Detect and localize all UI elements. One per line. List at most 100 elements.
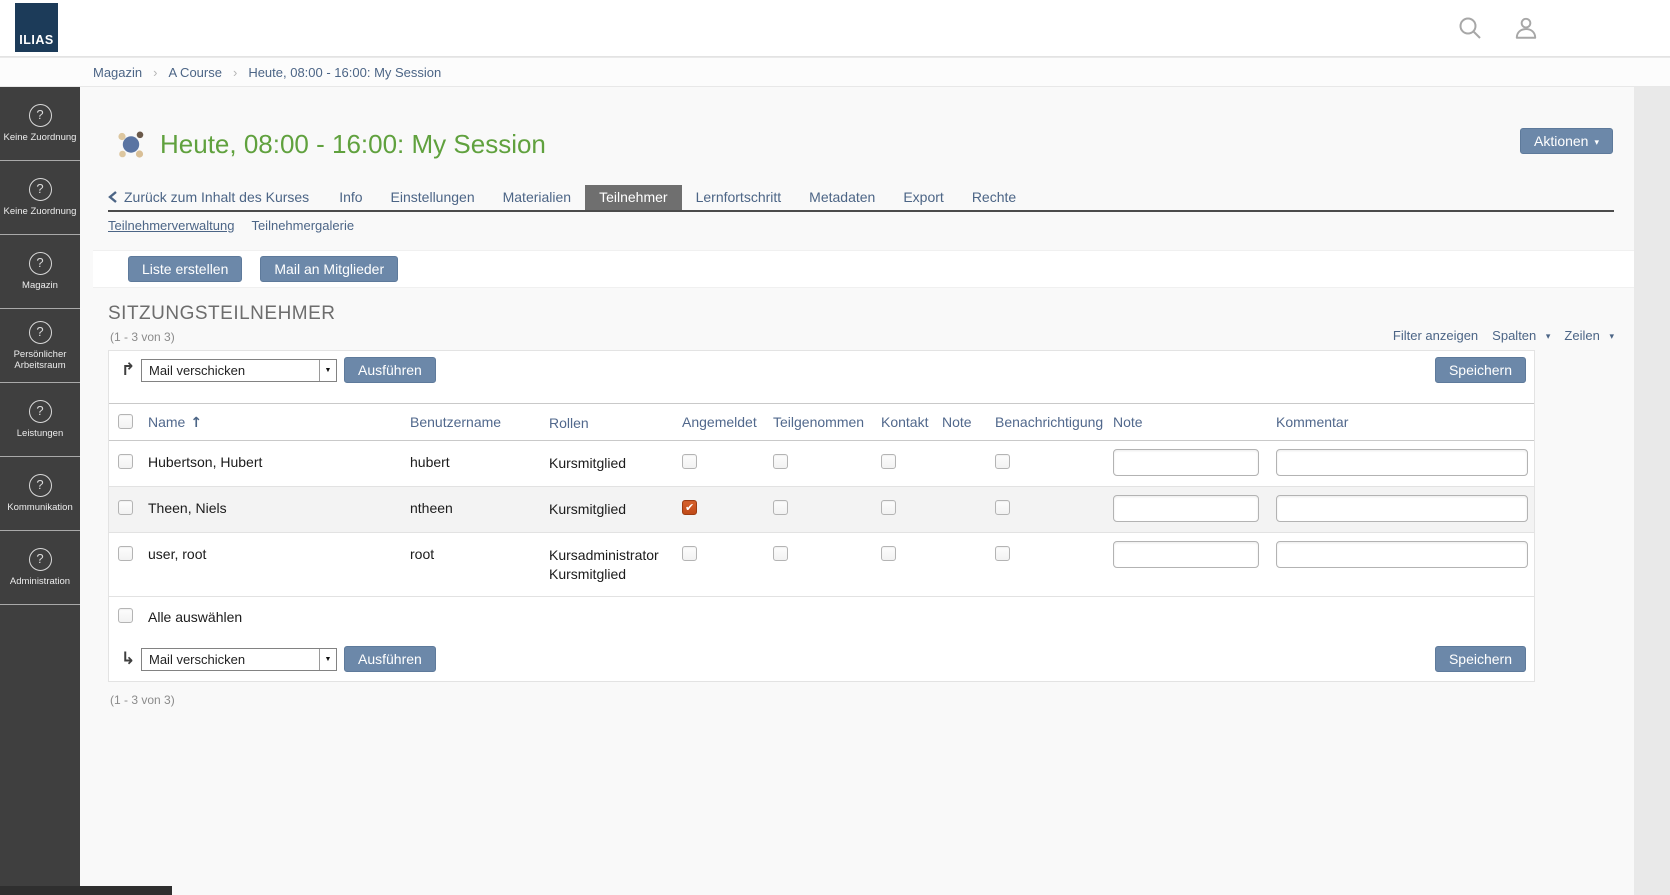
mail-an-mitglieder-button[interactable]: Mail an Mitglieder: [260, 256, 398, 282]
angemeldet-checkbox[interactable]: [682, 546, 697, 561]
sidebar-item-label: Leistungen: [15, 428, 65, 439]
table-row: Theen, Niels ntheen Kursmitglied: [109, 487, 1534, 533]
ausfuehren-button-top[interactable]: Ausführen: [344, 357, 436, 383]
select-all-checkbox[interactable]: [118, 608, 133, 623]
breadcrumb-item-session[interactable]: Heute, 08:00 - 16:00: My Session: [248, 65, 441, 80]
row-select-checkbox[interactable]: [118, 546, 133, 561]
breadcrumb-item-course[interactable]: A Course: [168, 65, 221, 80]
kontakt-checkbox[interactable]: [881, 454, 896, 469]
speichern-button-top[interactable]: Speichern: [1435, 357, 1526, 383]
tab-lernfortschritt[interactable]: Lernfortschritt: [682, 185, 796, 210]
kontakt-checkbox[interactable]: [881, 500, 896, 515]
liste-erstellen-button[interactable]: Liste erstellen: [128, 256, 242, 282]
filter-anzeigen-link[interactable]: Filter anzeigen: [1393, 328, 1478, 343]
row-select-checkbox[interactable]: [118, 454, 133, 469]
chevron-left-icon: [108, 191, 117, 203]
chevron-down-icon: ▾: [1546, 331, 1551, 342]
benachrichtigung-checkbox[interactable]: [995, 454, 1010, 469]
teilgenommen-checkbox[interactable]: [773, 500, 788, 515]
note-input[interactable]: [1113, 541, 1259, 568]
sidebar-item-label: Keine Zuordnung: [2, 132, 79, 143]
bulk-action-select-top[interactable]: Mail verschicken ▼: [141, 359, 337, 382]
tab-metadaten[interactable]: Metadaten: [795, 185, 889, 210]
kommentar-input[interactable]: [1276, 449, 1528, 476]
sidebar-item-leistungen[interactable]: ? Leistungen: [0, 383, 80, 457]
kommentar-input[interactable]: [1276, 495, 1528, 522]
horizontal-scrollbar-thumb[interactable]: [0, 886, 172, 895]
session-icon: [117, 130, 145, 163]
page-title: Heute, 08:00 - 16:00: My Session: [160, 129, 546, 160]
search-icon[interactable]: [1457, 15, 1483, 41]
result-count-bottom: (1 - 3 von 3): [110, 693, 1535, 707]
cell-username: hubert: [410, 441, 549, 486]
column-header-kommentar: Kommentar: [1276, 404, 1534, 440]
column-header-rollen: Rollen: [549, 404, 677, 440]
note-input[interactable]: [1113, 495, 1259, 522]
sidebar-item-kommunikation[interactable]: ? Kommunikation: [0, 457, 80, 531]
question-icon: ?: [29, 252, 52, 275]
cell-username: ntheen: [410, 487, 549, 532]
column-header-angemeldet: Angemeldet: [677, 404, 771, 440]
sidebar-item-label: Kommunikation: [5, 502, 74, 513]
main-content: Heute, 08:00 - 16:00: My Session Aktione…: [80, 87, 1634, 895]
bulk-action-select-bottom[interactable]: Mail verschicken ▼: [141, 648, 337, 671]
sidebar-item-label: Persönlicher Arbeitsraum: [0, 349, 80, 371]
table-view-controls: Filter anzeigen Spalten ▾ Zeilen ▾: [1393, 328, 1614, 343]
sidebar-item-persoenlicher-arbeitsraum[interactable]: ? Persönlicher Arbeitsraum: [0, 309, 80, 383]
top-bar: ILIAS: [0, 0, 1670, 57]
tab-materialien[interactable]: Materialien: [489, 185, 585, 210]
tab-export[interactable]: Export: [889, 185, 957, 210]
section-title: SITZUNGSTEILNEHMER: [108, 303, 336, 325]
row-select-checkbox[interactable]: [118, 500, 133, 515]
actions-button[interactable]: Aktionen▾: [1520, 128, 1613, 154]
breadcrumb-item-magazin[interactable]: Magazin: [93, 65, 142, 80]
benachrichtigung-checkbox[interactable]: [995, 500, 1010, 515]
kommentar-input[interactable]: [1276, 541, 1528, 568]
note-input[interactable]: [1113, 449, 1259, 476]
column-header-name[interactable]: Name↑: [148, 404, 410, 440]
back-to-course-link[interactable]: Zurück zum Inhalt des Kurses: [108, 185, 325, 210]
ilias-logo[interactable]: ILIAS: [15, 3, 58, 52]
cell-roles: Kursmitglied: [549, 487, 677, 532]
subtab-teilnehmergalerie[interactable]: Teilnehmergalerie: [251, 218, 354, 233]
tab-teilnehmer[interactable]: Teilnehmer: [585, 185, 681, 210]
sidebar-item-magazin[interactable]: ? Magazin: [0, 235, 80, 309]
spalten-dropdown[interactable]: Spalten ▾: [1492, 328, 1550, 343]
select-all-label: Alle auswählen: [148, 609, 410, 625]
question-icon: ?: [29, 400, 52, 423]
ausfuehren-button-bottom[interactable]: Ausführen: [344, 646, 436, 672]
apply-to-selection-down-icon: ↳: [115, 649, 141, 669]
sidebar-item-keine-zuordnung-2[interactable]: ? Keine Zuordnung: [0, 161, 80, 235]
zeilen-dropdown[interactable]: Zeilen ▾: [1564, 328, 1614, 343]
cell-name: Theen, Niels: [148, 487, 410, 532]
cell-roles: Kursmitglied: [549, 441, 677, 486]
tab-bar: Zurück zum Inhalt des Kurses Info Einste…: [108, 185, 1614, 212]
chevron-down-icon: ▾: [1609, 331, 1614, 342]
subtab-bar: Teilnehmerverwaltung Teilnehmergalerie: [108, 218, 354, 233]
select-dropdown-arrow-icon: ▼: [319, 360, 336, 381]
column-header-benutzername: Benutzername: [410, 404, 549, 440]
sidebar-item-label: Magazin: [20, 280, 60, 291]
angemeldet-checkbox[interactable]: [682, 500, 697, 515]
sidebar-item-keine-zuordnung-1[interactable]: ? Keine Zuordnung: [0, 87, 80, 161]
tab-rechte[interactable]: Rechte: [958, 185, 1030, 210]
header-select-checkbox[interactable]: [118, 414, 133, 429]
sidebar-item-administration[interactable]: ? Administration: [0, 531, 80, 605]
select-dropdown-arrow-icon: ▼: [319, 649, 336, 670]
teilgenommen-checkbox[interactable]: [773, 454, 788, 469]
bulk-action-row-top: ↱ Mail verschicken ▼ Ausführen Speichern: [109, 351, 1534, 389]
tab-einstellungen[interactable]: Einstellungen: [377, 185, 489, 210]
column-header-note: Note: [942, 404, 989, 440]
kontakt-checkbox[interactable]: [881, 546, 896, 561]
speichern-button-bottom[interactable]: Speichern: [1435, 646, 1526, 672]
table-row: user, root root Kursadministrator Kursmi…: [109, 533, 1534, 597]
angemeldet-checkbox[interactable]: [682, 454, 697, 469]
tab-info[interactable]: Info: [325, 185, 376, 210]
teilgenommen-checkbox[interactable]: [773, 546, 788, 561]
subtab-teilnehmerverwaltung[interactable]: Teilnehmerverwaltung: [108, 218, 234, 233]
breadcrumb-separator: ›: [153, 65, 157, 80]
column-header-note-2: Note: [1113, 404, 1276, 440]
user-icon[interactable]: [1513, 15, 1539, 41]
benachrichtigung-checkbox[interactable]: [995, 546, 1010, 561]
left-sidebar: ? Keine Zuordnung ? Keine Zuordnung ? Ma…: [0, 87, 80, 895]
